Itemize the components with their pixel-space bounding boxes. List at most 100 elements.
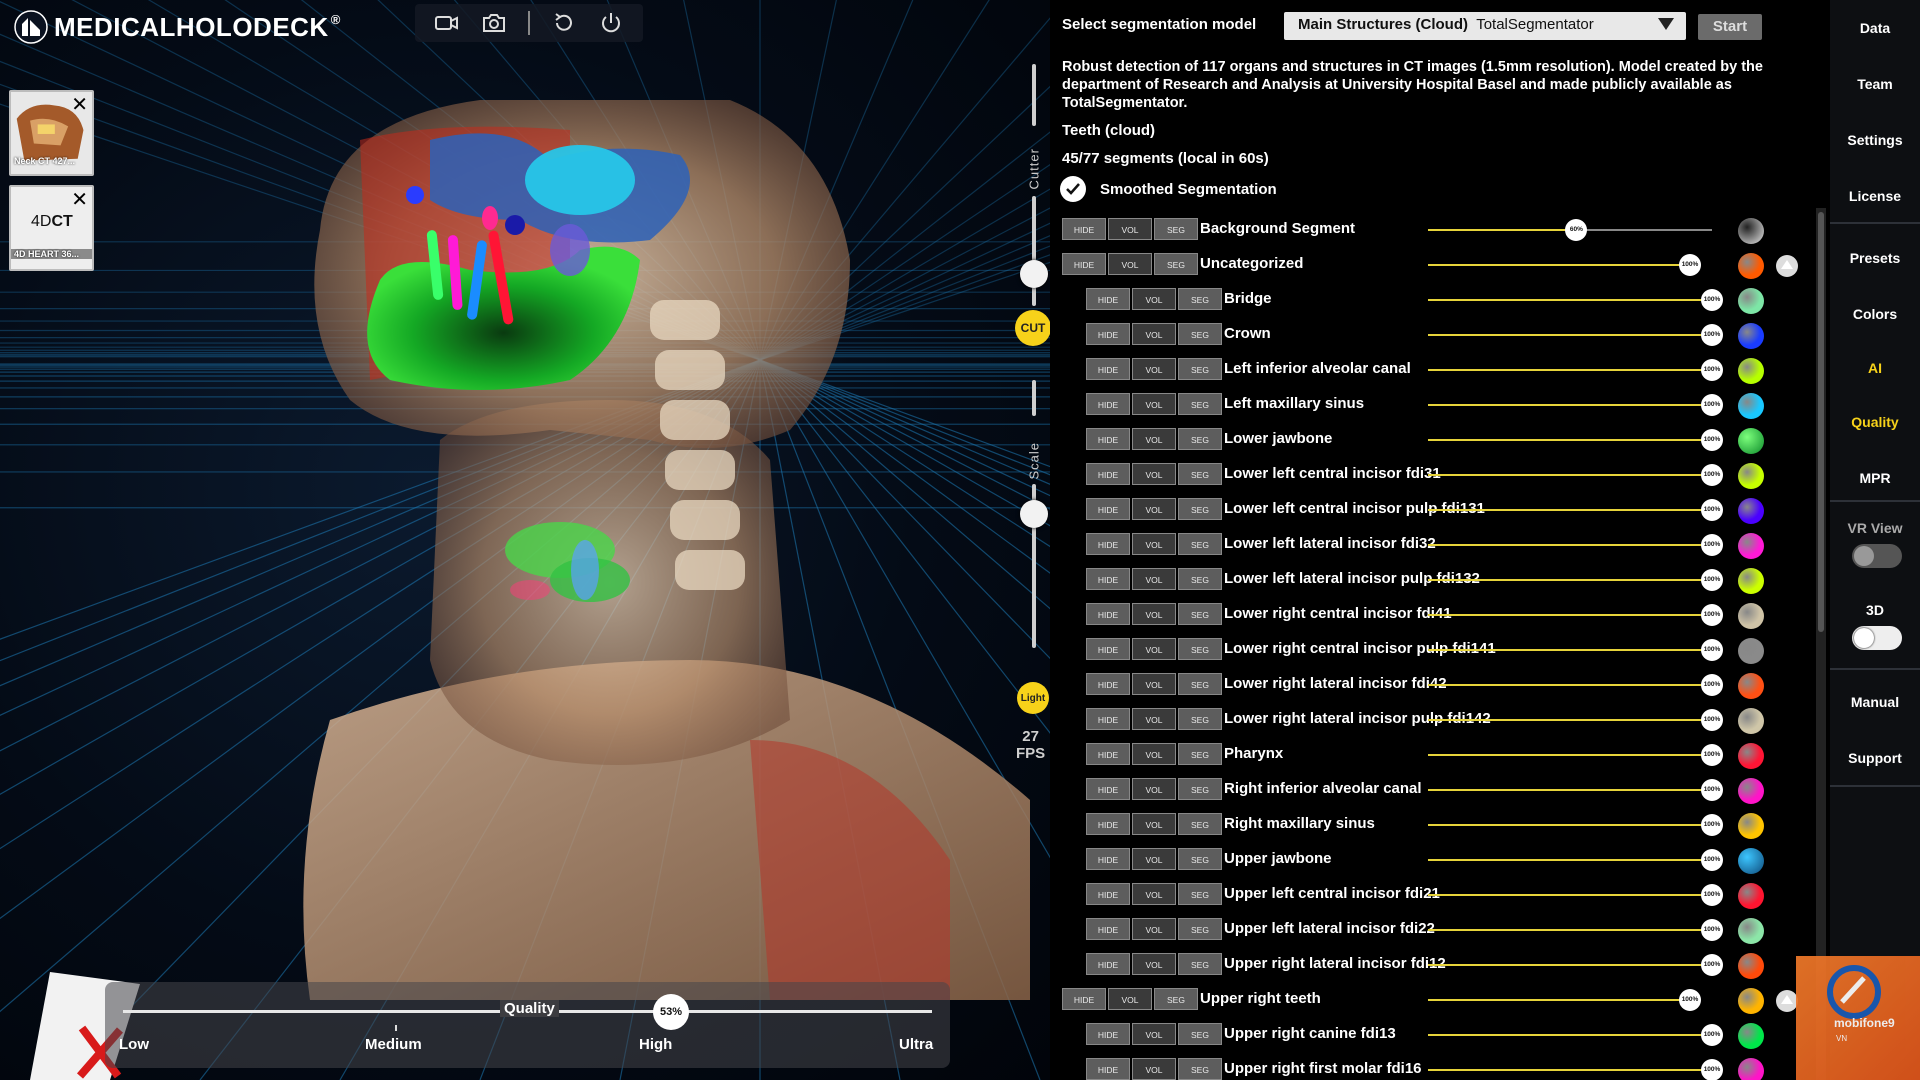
seg-button[interactable]: SEG — [1178, 673, 1222, 695]
vol-button[interactable]: VOL — [1132, 953, 1176, 975]
opacity-slider-track[interactable] — [1428, 404, 1712, 406]
hide-button[interactable]: HIDE — [1086, 638, 1130, 660]
seg-button[interactable]: SEG — [1178, 533, 1222, 555]
opacity-slider-track[interactable] — [1428, 894, 1712, 896]
opacity-slider-track[interactable] — [1428, 229, 1577, 231]
seg-button[interactable]: SEG — [1178, 953, 1222, 975]
seg-button[interactable]: SEG — [1178, 568, 1222, 590]
scrollbar-thumb[interactable] — [1818, 212, 1824, 632]
opacity-slider-track[interactable] — [1428, 719, 1712, 721]
segment-row[interactable]: HIDE VOL SEG Lower jawbone 100% — [1086, 428, 1826, 454]
vol-button[interactable]: VOL — [1108, 253, 1152, 275]
hide-button[interactable]: HIDE — [1086, 463, 1130, 485]
seg-button[interactable]: SEG — [1154, 253, 1198, 275]
opacity-slider-track[interactable] — [1428, 964, 1712, 966]
opacity-slider-knob[interactable]: 100% — [1701, 954, 1723, 976]
cutter-slider-knob[interactable] — [1020, 260, 1048, 288]
segment-row[interactable]: HIDE VOL SEG Crown 100% — [1086, 323, 1826, 349]
segment-row[interactable]: HIDE VOL SEG Background Segment 60% — [1062, 218, 1802, 244]
segment-row[interactable]: HIDE VOL SEG Bridge 100% — [1086, 288, 1826, 314]
opacity-slider-knob[interactable]: 100% — [1679, 254, 1701, 276]
record-video-button[interactable] — [433, 9, 461, 37]
cut-button[interactable]: CUT — [1015, 310, 1051, 346]
quality-knob[interactable]: 53% — [653, 994, 689, 1030]
opacity-slider-track[interactable] — [1428, 1069, 1712, 1071]
hide-button[interactable]: HIDE — [1086, 323, 1130, 345]
vol-button[interactable]: VOL — [1132, 1058, 1176, 1080]
opacity-slider-track[interactable] — [1428, 789, 1712, 791]
dataset-card-neck-ct[interactable]: ✕ Neck CT 427... — [9, 90, 94, 176]
vol-button[interactable]: VOL — [1132, 463, 1176, 485]
menu-mpr[interactable]: MPR — [1830, 470, 1920, 486]
seg-button[interactable]: SEG — [1178, 708, 1222, 730]
menu-quality[interactable]: Quality — [1830, 414, 1920, 430]
segment-row[interactable]: HIDE VOL SEG Upper right teeth 100% — [1062, 988, 1802, 1014]
opacity-slider-knob[interactable]: 100% — [1701, 429, 1723, 451]
segment-color-swatch[interactable] — [1738, 953, 1764, 979]
opacity-slider-track[interactable] — [1428, 999, 1690, 1001]
opacity-slider-knob[interactable]: 100% — [1701, 604, 1723, 626]
segment-row[interactable]: HIDE VOL SEG Lower left central incisor pul… — [1086, 498, 1826, 524]
segment-color-swatch[interactable] — [1738, 323, 1764, 349]
segment-row[interactable]: HIDE VOL SEG Lower left lateral incisor fdi… — [1086, 533, 1826, 559]
start-button[interactable]: Start — [1698, 14, 1762, 40]
opacity-slider-knob[interactable]: 100% — [1701, 534, 1723, 556]
segment-row[interactable]: HIDE VOL SEG Upper right first molar fdi16 1… — [1086, 1058, 1826, 1080]
quality-slider[interactable]: Quality 53% Low Medium High Ultra — [105, 982, 950, 1068]
quality-tick-low[interactable]: Low — [119, 1036, 149, 1053]
opacity-slider-knob[interactable]: 100% — [1701, 639, 1723, 661]
vol-button[interactable]: VOL — [1132, 638, 1176, 660]
hide-button[interactable]: HIDE — [1086, 778, 1130, 800]
reset-view-button[interactable] — [550, 9, 578, 37]
cutter-slider-track-top[interactable] — [1032, 64, 1036, 126]
hide-button[interactable]: HIDE — [1062, 218, 1106, 240]
opacity-slider-knob[interactable]: 100% — [1701, 814, 1723, 836]
vol-button[interactable]: VOL — [1132, 393, 1176, 415]
opacity-slider-knob[interactable]: 60% — [1565, 219, 1588, 241]
hide-button[interactable]: HIDE — [1086, 358, 1130, 380]
collapse-group-icon[interactable] — [1776, 255, 1798, 277]
opacity-slider-track[interactable] — [1428, 439, 1712, 441]
seg-button[interactable]: SEG — [1178, 603, 1222, 625]
vol-button[interactable]: VOL — [1132, 358, 1176, 380]
collapse-group-icon[interactable] — [1776, 990, 1798, 1012]
segment-color-swatch[interactable] — [1738, 848, 1764, 874]
cutter-slider-track[interactable] — [1032, 196, 1036, 306]
segment-color-swatch[interactable] — [1738, 603, 1764, 629]
opacity-slider-knob[interactable]: 100% — [1701, 1059, 1723, 1080]
segment-row[interactable]: HIDE VOL SEG Upper left central incisor fdi… — [1086, 883, 1826, 909]
smoothed-segmentation-toggle[interactable]: Smoothed Segmentation — [1060, 176, 1277, 202]
hide-button[interactable]: HIDE — [1062, 253, 1106, 275]
segment-color-swatch[interactable] — [1738, 288, 1764, 314]
seg-button[interactable]: SEG — [1154, 218, 1198, 240]
segment-row[interactable]: HIDE VOL SEG Uncategorized 100% — [1062, 253, 1802, 279]
menu-data[interactable]: Data — [1830, 20, 1920, 36]
hide-button[interactable]: HIDE — [1086, 498, 1130, 520]
opacity-slider-knob[interactable]: 100% — [1701, 324, 1723, 346]
segment-color-swatch[interactable] — [1738, 428, 1764, 454]
opacity-slider-track[interactable] — [1428, 334, 1712, 336]
vol-button[interactable]: VOL — [1132, 533, 1176, 555]
segment-row[interactable]: HIDE VOL SEG Lower right lateral incisor pu… — [1086, 708, 1826, 734]
segment-color-swatch[interactable] — [1738, 638, 1764, 664]
segment-row[interactable]: HIDE VOL SEG Right maxillary sinus 100% — [1086, 813, 1826, 839]
hide-button[interactable]: HIDE — [1086, 953, 1130, 975]
segment-row[interactable]: HIDE VOL SEG Upper left lateral incisor fdi… — [1086, 918, 1826, 944]
segment-color-swatch[interactable] — [1738, 1023, 1764, 1049]
hide-button[interactable]: HIDE — [1086, 568, 1130, 590]
seg-button[interactable]: SEG — [1178, 428, 1222, 450]
segment-row[interactable]: HIDE VOL SEG Right inferior alveolar canal 1… — [1086, 778, 1826, 804]
segment-color-swatch[interactable] — [1738, 673, 1764, 699]
menu-manual[interactable]: Manual — [1830, 694, 1920, 710]
menu-team[interactable]: Team — [1830, 76, 1920, 92]
seg-button[interactable]: SEG — [1178, 848, 1222, 870]
segment-color-swatch[interactable] — [1738, 778, 1764, 804]
vol-button[interactable]: VOL — [1132, 1023, 1176, 1045]
volume-rendering[interactable] — [250, 100, 1030, 1000]
light-button[interactable]: Light — [1017, 682, 1049, 714]
segment-row[interactable]: HIDE VOL SEG Lower left central incisor fdi… — [1086, 463, 1826, 489]
opacity-slider-track[interactable] — [1428, 1034, 1712, 1036]
seg-button[interactable]: SEG — [1178, 393, 1222, 415]
scale-slider-track-top[interactable] — [1032, 380, 1036, 416]
seg-button[interactable]: SEG — [1178, 813, 1222, 835]
